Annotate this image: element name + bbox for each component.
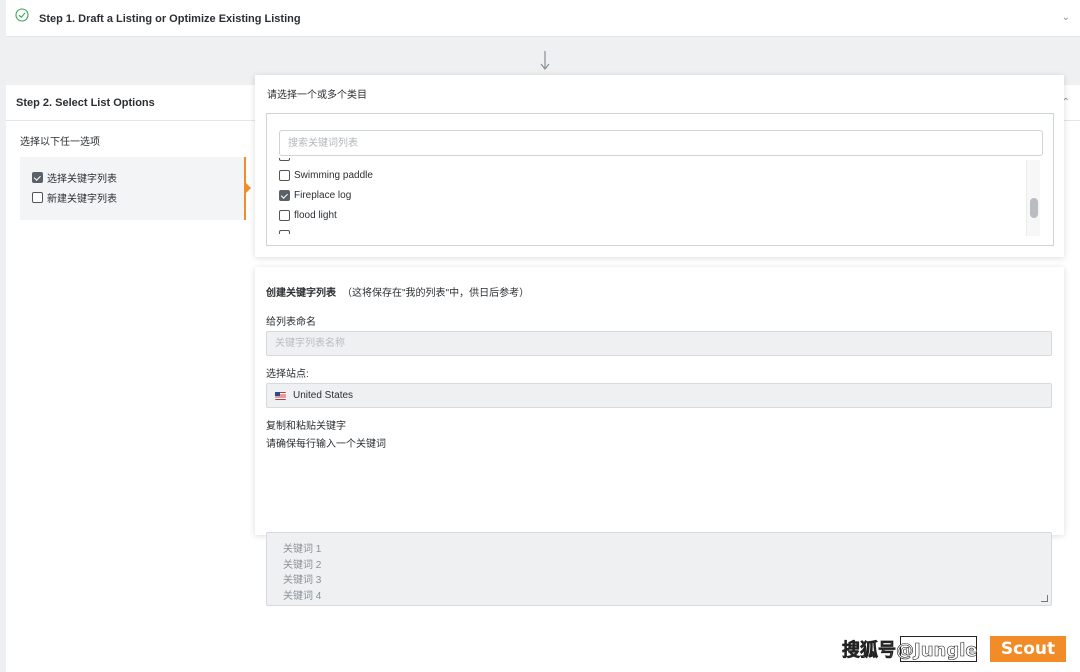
watermark-text: 搜狐号@Jungle xyxy=(842,640,978,662)
scrollbar[interactable] xyxy=(1026,160,1040,236)
create-list-card: 创建关键字列表（这将保存在"我的列表"中，供日后参考） 给列表命名 选择站点: … xyxy=(255,267,1064,535)
checkbox[interactable] xyxy=(279,230,290,234)
create-title-text: 创建关键字列表 xyxy=(266,288,336,299)
list-item[interactable]: Fireplace log xyxy=(279,190,351,201)
option-select-keyword-list[interactable]: 选择关键字列表 xyxy=(32,170,117,185)
site-label: 选择站点: xyxy=(266,369,309,380)
choose-option-label: 选择以下任一选项 xyxy=(20,137,100,148)
keyword-placeholder-line: 关键词 2 xyxy=(283,559,322,571)
search-input[interactable] xyxy=(279,130,1043,156)
step1-title: Step 1. Draft a Listing or Optimize Exis… xyxy=(39,13,301,25)
site-value: United States xyxy=(293,390,354,401)
list-name-label: 给列表命名 xyxy=(266,317,316,328)
check-circle-icon xyxy=(15,8,29,22)
us-flag-icon xyxy=(275,391,286,400)
checkbox[interactable] xyxy=(279,210,290,221)
category-list-box: test Swimming paddle Fireplace log flood… xyxy=(266,113,1054,246)
list-item[interactable]: Swimming paddle xyxy=(279,170,373,181)
list-item-label: flood light xyxy=(294,210,337,221)
arrow-down-icon xyxy=(540,51,550,70)
create-note: （这将保存在"我的列表"中，供日后参考） xyxy=(342,288,530,299)
paste-keywords-label: 复制和粘贴关键字 xyxy=(266,421,346,432)
chevron-down-icon[interactable]: ⌄ xyxy=(1062,12,1070,23)
create-list-title: 创建关键字列表 （这将保存在"我的列表"中，供日后参考） xyxy=(266,284,529,299)
list-item[interactable] xyxy=(279,230,294,234)
checkbox[interactable] xyxy=(279,190,290,201)
keywords-textarea[interactable]: 关键词 1 关键词 2 关键词 3 关键词 4 xyxy=(266,532,1052,606)
scrollbar-thumb[interactable] xyxy=(1030,198,1038,218)
list-item[interactable]: test xyxy=(279,158,310,161)
list-name-input[interactable] xyxy=(266,331,1052,356)
checkbox-select-list[interactable] xyxy=(32,172,43,183)
list-item-label: Swimming paddle xyxy=(294,170,373,181)
paste-keywords-hint: 请确保每行输入一个关键词 xyxy=(266,439,386,450)
list-item-label: test xyxy=(294,158,310,161)
checkbox[interactable] xyxy=(279,170,290,181)
scout-badge: Scout xyxy=(990,636,1066,662)
list-item-label: Fireplace log xyxy=(294,190,352,201)
keyword-placeholder-line: 关键词 4 xyxy=(283,590,322,602)
list-item[interactable]: flood light xyxy=(279,210,337,221)
step2-title: Step 2. Select List Options xyxy=(16,97,155,109)
site-select[interactable]: United States xyxy=(266,383,1052,408)
category-items[interactable]: test Swimming paddle Fireplace log flood… xyxy=(279,158,1019,234)
checkbox[interactable] xyxy=(279,158,290,161)
category-card: 请选择一个或多个类目 test Swimming paddle Fireplac… xyxy=(255,75,1064,257)
resize-handle[interactable] xyxy=(1041,595,1048,602)
keyword-placeholder-line: 关键词 3 xyxy=(283,575,322,586)
option-label: 选择关键字列表 xyxy=(47,174,117,185)
step1-panel[interactable]: Step 1. Draft a Listing or Optimize Exis… xyxy=(6,0,1080,37)
list-options-box: 选择关键字列表 新建关键字列表 xyxy=(20,157,251,220)
category-title: 请选择一个或多个类目 xyxy=(267,90,367,101)
option-new-keyword-list[interactable]: 新建关键字列表 xyxy=(32,190,117,205)
checkbox-new-list[interactable] xyxy=(32,192,43,203)
option-label: 新建关键字列表 xyxy=(47,194,117,205)
keyword-placeholder-line: 关键词 1 xyxy=(283,544,322,555)
